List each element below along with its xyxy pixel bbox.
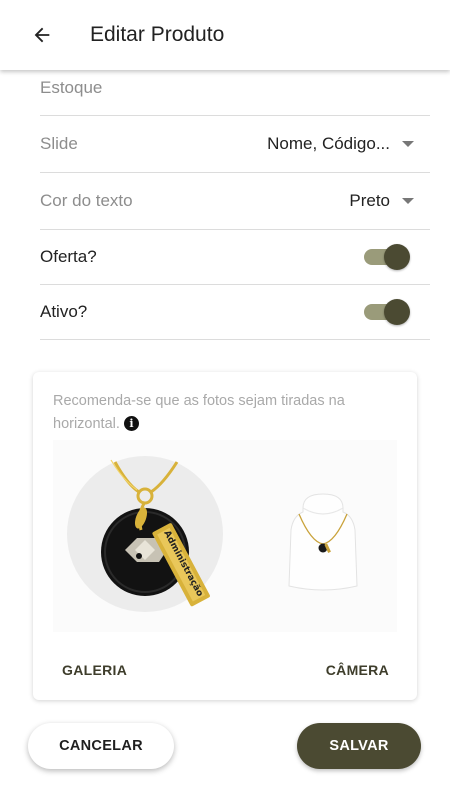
text-color-label: Cor do texto [40, 191, 133, 210]
offer-row: Oferta? [40, 230, 430, 285]
back-button[interactable] [22, 15, 62, 55]
offer-label: Oferta? [40, 247, 97, 266]
slide-label: Slide [40, 134, 78, 153]
text-color-dropdown[interactable]: Preto [349, 191, 414, 211]
pendant-photo[interactable]: Administração [67, 440, 227, 632]
gallery-button[interactable]: GALERIA [62, 662, 127, 678]
toggle-thumb [384, 299, 410, 325]
app-bar: Editar Produto [0, 0, 450, 70]
slide-value: Nome, Código... [267, 134, 390, 153]
stock-label: Estoque [40, 77, 103, 97]
photo-hint-text: Recomenda-se que as fotos sejam tiradas … [53, 393, 345, 432]
photo-hint: Recomenda-se que as fotos sejam tiradas … [53, 390, 373, 436]
necklace-bust-photo[interactable] [281, 490, 365, 600]
offer-toggle[interactable] [364, 244, 410, 270]
arrow-left-icon [34, 27, 50, 43]
photo-card: Recomenda-se que as fotos sejam tiradas … [33, 372, 417, 700]
active-label: Ativo? [40, 302, 88, 321]
slide-dropdown[interactable]: Nome, Código... [267, 134, 414, 154]
cancel-button[interactable]: CANCELAR [28, 723, 174, 769]
active-toggle[interactable] [364, 299, 410, 325]
photo-preview-area: Administração [53, 440, 397, 632]
page-title: Editar Produto [90, 23, 225, 46]
dropdown-arrow-icon [402, 198, 414, 204]
toggle-thumb [384, 244, 410, 270]
text-color-dropdown-row: Cor do texto Preto [40, 173, 430, 230]
product-form: Estoque Slide Nome, Código... Cor do tex… [40, 60, 430, 340]
camera-button[interactable]: CÂMERA [326, 662, 389, 678]
text-color-value: Preto [349, 191, 390, 210]
active-row: Ativo? [40, 285, 430, 340]
slide-dropdown-row: Slide Nome, Código... [40, 116, 430, 173]
save-button[interactable]: SALVAR [297, 723, 421, 769]
info-icon[interactable]: i [123, 416, 139, 431]
dropdown-arrow-icon [402, 141, 414, 147]
